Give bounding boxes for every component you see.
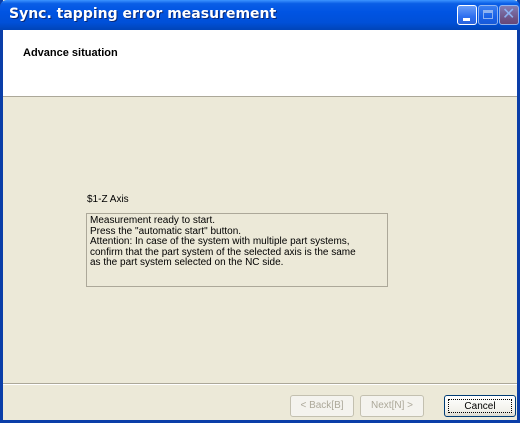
message-line: Attention: In case of the system with mu… [90, 236, 350, 247]
close-button: ✕ [499, 4, 519, 25]
cancel-button-label: Cancel [448, 399, 512, 413]
maximize-icon [483, 10, 493, 19]
title-bar[interactable]: Sync. tapping error measurement ✕ [0, 0, 520, 30]
close-icon: ✕ [502, 4, 516, 23]
wizard-header: Advance situation [3, 30, 517, 97]
header-title: Advance situation [23, 47, 118, 59]
axis-label: $1-Z Axis [87, 194, 129, 205]
message-box: Measurement ready to start. Press the "a… [86, 213, 388, 287]
message-line: as the part system selected on the NC si… [90, 257, 284, 268]
footer-separator [3, 383, 517, 385]
next-button[interactable]: Next[N] > [360, 395, 424, 417]
maximize-button [478, 5, 498, 25]
back-button[interactable]: < Back[B] [290, 395, 354, 417]
window-title: Sync. tapping error measurement [9, 6, 277, 22]
cancel-button[interactable]: Cancel [444, 395, 516, 417]
minimize-icon [463, 18, 470, 21]
minimize-button[interactable] [457, 5, 477, 25]
dialog-window: Sync. tapping error measurement ✕ Advanc… [0, 0, 520, 423]
message-line: Measurement ready to start. [90, 215, 216, 226]
